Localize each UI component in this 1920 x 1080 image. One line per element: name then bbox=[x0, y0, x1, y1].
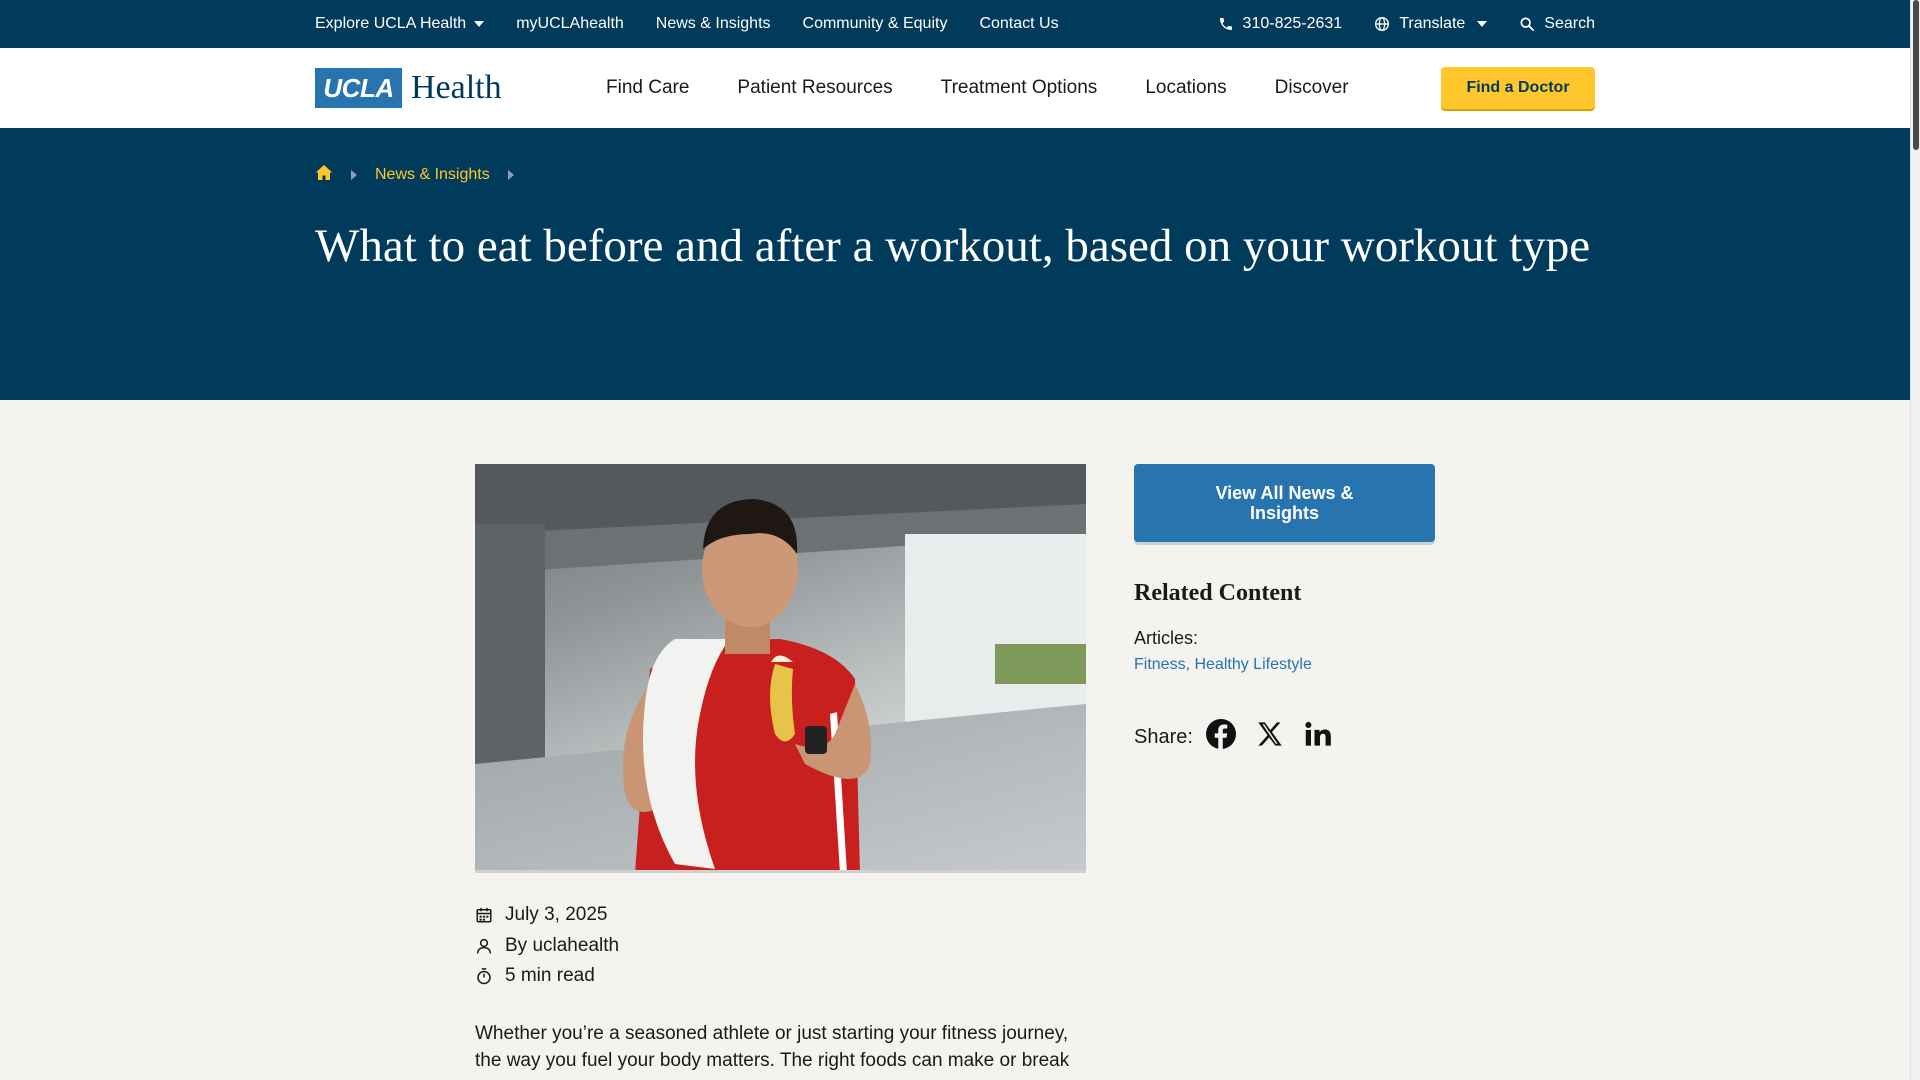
x-icon[interactable] bbox=[1256, 720, 1284, 748]
facebook-icon[interactable] bbox=[1205, 718, 1236, 749]
view-all-news-button[interactable]: View All News & Insights bbox=[1134, 464, 1435, 542]
share-row: Share: bbox=[1134, 718, 1352, 749]
search-button[interactable]: Search bbox=[1519, 15, 1595, 33]
article-intro-paragraph: Whether you’re a seasoned athlete or jus… bbox=[475, 1023, 1070, 1071]
nav-find-care[interactable]: Find Care bbox=[606, 77, 689, 99]
person-icon bbox=[475, 937, 493, 955]
article-date: July 3, 2025 bbox=[505, 904, 608, 926]
caret-down-icon bbox=[1477, 21, 1488, 27]
article-hero-image bbox=[475, 464, 1086, 873]
phone-link[interactable]: 310-825-2631 bbox=[1218, 15, 1343, 33]
breadcrumb-separator-icon bbox=[351, 170, 357, 180]
hero-banner: News & Insights What to eat before and a… bbox=[0, 128, 1910, 400]
community-equity-link[interactable]: Community & Equity bbox=[803, 15, 948, 33]
linkedin-icon[interactable] bbox=[1304, 720, 1332, 748]
explore-label: Explore UCLA Health bbox=[315, 15, 467, 32]
calendar-icon bbox=[475, 906, 493, 924]
main-header: UCLA Health Find Care Patient Resources … bbox=[0, 48, 1910, 128]
globe-icon bbox=[1374, 16, 1390, 32]
article-author: By uclahealth bbox=[505, 934, 620, 956]
page-scrollbar[interactable] bbox=[1910, 0, 1920, 1080]
search-icon bbox=[1519, 16, 1535, 32]
nav-treatment-options[interactable]: Treatment Options bbox=[941, 77, 1098, 99]
breadcrumb-separator-icon bbox=[507, 170, 514, 180]
contact-us-link[interactable]: Contact Us bbox=[979, 15, 1058, 33]
breadcrumb: News & Insights bbox=[315, 164, 532, 186]
phone-number: 310-825-2631 bbox=[1242, 15, 1343, 32]
meta-date-row: July 3, 2025 bbox=[475, 900, 619, 931]
caret-down-icon bbox=[474, 21, 485, 27]
logo-word: Health bbox=[411, 69, 502, 106]
logo-box: UCLA bbox=[315, 68, 402, 108]
ucla-health-logo[interactable]: UCLA Health bbox=[315, 68, 502, 108]
stopwatch-icon bbox=[475, 967, 493, 985]
article-read-time: 5 min read bbox=[505, 965, 595, 987]
home-icon[interactable] bbox=[315, 164, 333, 186]
link-healthy-lifestyle[interactable]: Healthy Lifestyle bbox=[1194, 656, 1311, 673]
share-label: Share: bbox=[1134, 726, 1193, 748]
article-meta: July 3, 2025 By uclahealth 5 min read bbox=[475, 900, 619, 992]
news-insights-link[interactable]: News & Insights bbox=[656, 15, 771, 33]
myuclahealth-link[interactable]: myUCLAhealth bbox=[516, 15, 624, 33]
utility-bar: Explore UCLA Health myUCLAhealth News & … bbox=[0, 0, 1910, 48]
articles-label: Articles: bbox=[1134, 628, 1199, 648]
breadcrumb-news-insights[interactable]: News & Insights bbox=[375, 166, 490, 184]
meta-author-row: By uclahealth bbox=[475, 931, 619, 962]
related-content-heading: Related Content bbox=[1134, 580, 1302, 606]
find-a-doctor-button[interactable]: Find a Doctor bbox=[1441, 67, 1595, 109]
meta-readtime-row: 5 min read bbox=[475, 961, 619, 992]
main-nav: Find Care Patient Resources Treatment Op… bbox=[606, 48, 1397, 128]
nav-discover[interactable]: Discover bbox=[1275, 77, 1349, 99]
phone-icon bbox=[1218, 16, 1234, 32]
page-title: What to eat before and after a workout, … bbox=[315, 220, 1591, 272]
nav-patient-resources[interactable]: Patient Resources bbox=[737, 77, 892, 99]
link-fitness[interactable]: Fitness bbox=[1134, 656, 1186, 673]
related-article-links: Fitness, Healthy Lifestyle bbox=[1134, 656, 1312, 674]
nav-locations[interactable]: Locations bbox=[1145, 77, 1226, 99]
search-label: Search bbox=[1544, 15, 1595, 32]
translate-menu[interactable]: Translate bbox=[1374, 15, 1488, 33]
scrollbar-thumb[interactable] bbox=[1913, 0, 1919, 150]
translate-label: Translate bbox=[1399, 15, 1466, 32]
explore-ucla-health-menu[interactable]: Explore UCLA Health bbox=[315, 15, 485, 33]
